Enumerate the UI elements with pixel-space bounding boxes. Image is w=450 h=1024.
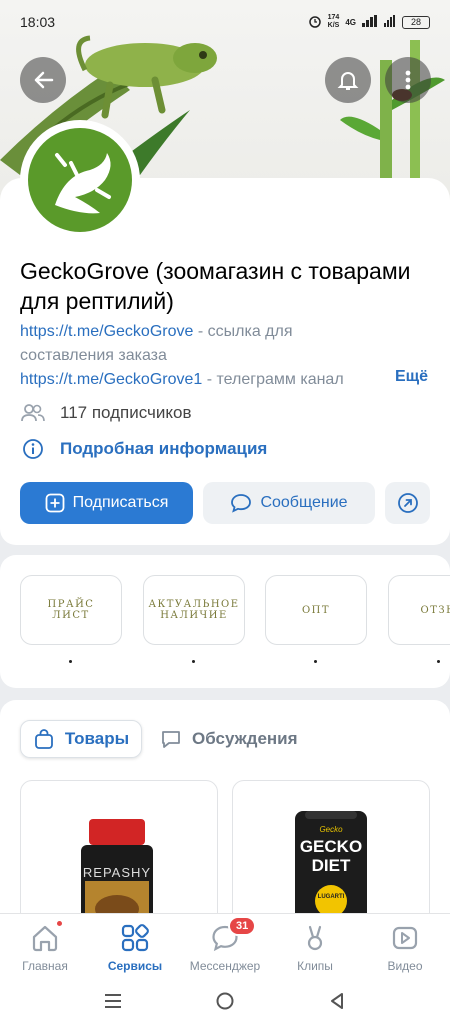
recent-apps-icon[interactable] [103, 992, 123, 1010]
tab-products[interactable]: Товары [20, 720, 142, 758]
details-label: Подробная информация [60, 439, 268, 458]
back-triangle-icon[interactable] [327, 991, 347, 1011]
product-brand-label: REPASHY [82, 865, 152, 880]
album-caption [314, 660, 317, 663]
messenger-icon: 31 [208, 916, 257, 955]
community-name: GeckoGrove (зоомагазин с товарами для ре… [20, 258, 411, 314]
album-caption [192, 660, 195, 663]
album-caption [437, 660, 440, 663]
arrow-left-icon [34, 71, 54, 89]
notifications-button[interactable] [325, 57, 371, 103]
nav-home-label: Главная [22, 959, 68, 973]
products-section: Товары Обсуждения REPASHY Gecko GECKO DI… [0, 700, 450, 940]
plus-square-icon [45, 493, 64, 513]
show-more-link[interactable]: Ещё [395, 368, 428, 386]
message-label: Сообщение [260, 494, 348, 511]
alarm-icon [308, 14, 322, 30]
nav-home[interactable]: Главная [0, 914, 90, 981]
nav-messenger[interactable]: 31 Мессенджер [180, 914, 270, 981]
more-options-button[interactable] [385, 57, 431, 103]
back-button[interactable] [20, 57, 66, 103]
status-icons: 174 K/S 4G 28 [308, 14, 430, 30]
album-label: ПРАЙС ЛИСТ [47, 599, 95, 621]
nav-clips-label: Клипы [297, 959, 333, 973]
network-type: 4G [345, 17, 356, 27]
gecko-logo-icon [55, 153, 111, 214]
subscribers-row[interactable]: 117 подписчиков [20, 400, 192, 426]
bottom-navigation: Главная Сервисы 31 Мессенджер Клипы Виде… [0, 913, 450, 980]
nav-services-label: Сервисы [107, 959, 163, 973]
notification-dot [55, 919, 64, 928]
status-bar: 18:03 174 K/S 4G 28 [0, 0, 450, 44]
telegram-link-1[interactable]: https://t.me/GeckoGrove [20, 323, 193, 340]
tab-discussions-label: Обсуждения [192, 729, 298, 748]
status-time: 18:03 [20, 14, 56, 30]
album-reviews[interactable]: ОТЗЫ [388, 575, 450, 645]
battery-icon: 28 [402, 15, 430, 29]
subscribe-label: Подписаться [72, 494, 169, 511]
tab-products-label: Товары [64, 729, 130, 748]
chat-bubble-icon [231, 494, 252, 513]
nav-video-label: Видео [387, 959, 423, 973]
shopping-bag-icon [34, 729, 53, 749]
info-icon [20, 436, 46, 462]
share-arrow-icon [397, 493, 418, 513]
system-navigation-bar [0, 980, 450, 1024]
signal-icon-2 [384, 15, 396, 29]
album-in-stock[interactable]: АКТУАЛЬНОЕ НАЛИЧИЕ [143, 575, 245, 645]
albums-carousel: ПРАЙС ЛИСТ АКТУАЛЬНОЕ НАЛИЧИЕ ОПТ ОТЗЫ [0, 555, 450, 688]
unread-count-badge: 31 [228, 916, 257, 936]
message-button[interactable]: Сообщение [203, 482, 375, 524]
product-brand-small: Gecko [319, 825, 343, 834]
clips-icon [298, 921, 332, 955]
net-speed: 174 K/S [327, 14, 340, 29]
home-icon [28, 919, 64, 955]
home-circle-icon[interactable] [215, 991, 235, 1011]
album-caption [69, 660, 72, 663]
album-wholesale[interactable]: ОПТ [265, 575, 367, 645]
product-brand-line2: DIET [311, 856, 351, 875]
subscribers-count: 117 подписчиков [60, 403, 192, 422]
bell-icon [337, 72, 359, 90]
nav-clips[interactable]: Клипы [270, 914, 360, 981]
community-description: https://t.me/GeckoGrove - ссылка для сос… [20, 320, 390, 392]
share-button[interactable] [385, 482, 430, 524]
more-vertical-icon [405, 70, 411, 90]
subscribe-button[interactable]: Подписаться [20, 482, 193, 524]
album-label: ОТЗЫ [420, 604, 450, 616]
album-label: АКТУАЛЬНОЕ НАЛИЧИЕ [148, 599, 240, 621]
video-icon [388, 921, 422, 955]
album-price-list[interactable]: ПРАЙС ЛИСТ [20, 575, 122, 645]
album-label: ОПТ [301, 604, 331, 616]
tab-discussions[interactable]: Обсуждения [160, 720, 298, 758]
nav-messenger-label: Мессенджер [189, 959, 261, 973]
users-icon [20, 400, 46, 426]
services-grid-icon [118, 921, 152, 955]
telegram-link-2[interactable]: https://t.me/GeckoGrove1 [20, 371, 202, 388]
nav-video[interactable]: Видео [360, 914, 450, 981]
link2-description: - телеграмм канал [202, 371, 344, 388]
product-badge: LUGARTI [317, 894, 345, 900]
signal-icon [362, 15, 378, 29]
product-brand-line1: GECKO [299, 837, 363, 856]
details-row[interactable]: Подробная информация [20, 436, 267, 462]
community-avatar[interactable] [20, 120, 140, 240]
nav-services[interactable]: Сервисы [90, 914, 180, 981]
comment-icon [162, 731, 180, 748]
